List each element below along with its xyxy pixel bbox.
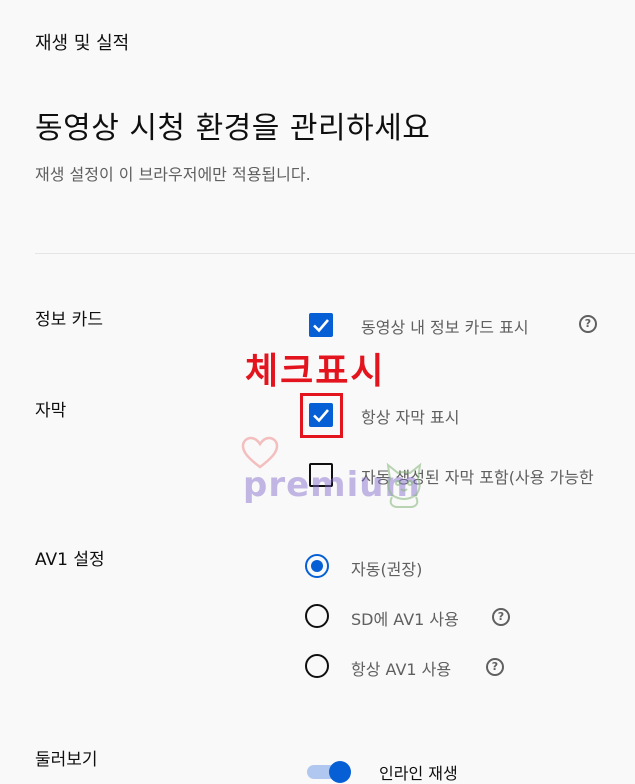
page-subtitle: 재생 설정이 이 브라우저에만 적용됩니다. — [35, 165, 311, 184]
page-title: 동영상 시청 환경을 관리하세요 — [35, 111, 431, 146]
inline-play-label: 인라인 재생 — [379, 764, 458, 783]
av1-option-label: SD에 AV1 사용 — [351, 610, 459, 629]
help-circle-icon[interactable]: ? — [486, 658, 504, 676]
inline-play-toggle-knob[interactable] — [329, 761, 351, 783]
section-divider — [35, 253, 635, 254]
help-circle-icon[interactable]: ? — [492, 608, 510, 626]
av1-radio-sd[interactable] — [305, 604, 329, 628]
section-label-subtitles: 자막 — [35, 401, 67, 421]
av1-option-label: 자동(권장) — [351, 560, 423, 579]
annotation-text: 체크표시 — [245, 351, 386, 392]
av1-radio-always[interactable] — [305, 654, 329, 678]
av1-option-label: 항상 AV1 사용 — [351, 660, 452, 679]
info-cards-checkbox[interactable] — [309, 313, 333, 337]
info-cards-option-label: 동영상 내 정보 카드 표시 — [361, 318, 529, 337]
always-show-subtitles-checkbox[interactable] — [309, 403, 333, 427]
checkmark-icon — [313, 409, 329, 423]
checkmark-icon — [313, 319, 329, 333]
cat-icon — [386, 462, 422, 508]
always-show-subtitles-label: 항상 자막 표시 — [361, 408, 460, 427]
breadcrumb: 재생 및 실적 — [35, 33, 130, 54]
av1-radio-auto[interactable] — [305, 554, 329, 578]
section-label-browse: 둘러보기 — [35, 750, 98, 770]
section-label-info-cards: 정보 카드 — [35, 310, 103, 330]
help-circle-icon[interactable]: ? — [579, 315, 597, 333]
section-label-av1: AV1 설정 — [35, 550, 105, 570]
